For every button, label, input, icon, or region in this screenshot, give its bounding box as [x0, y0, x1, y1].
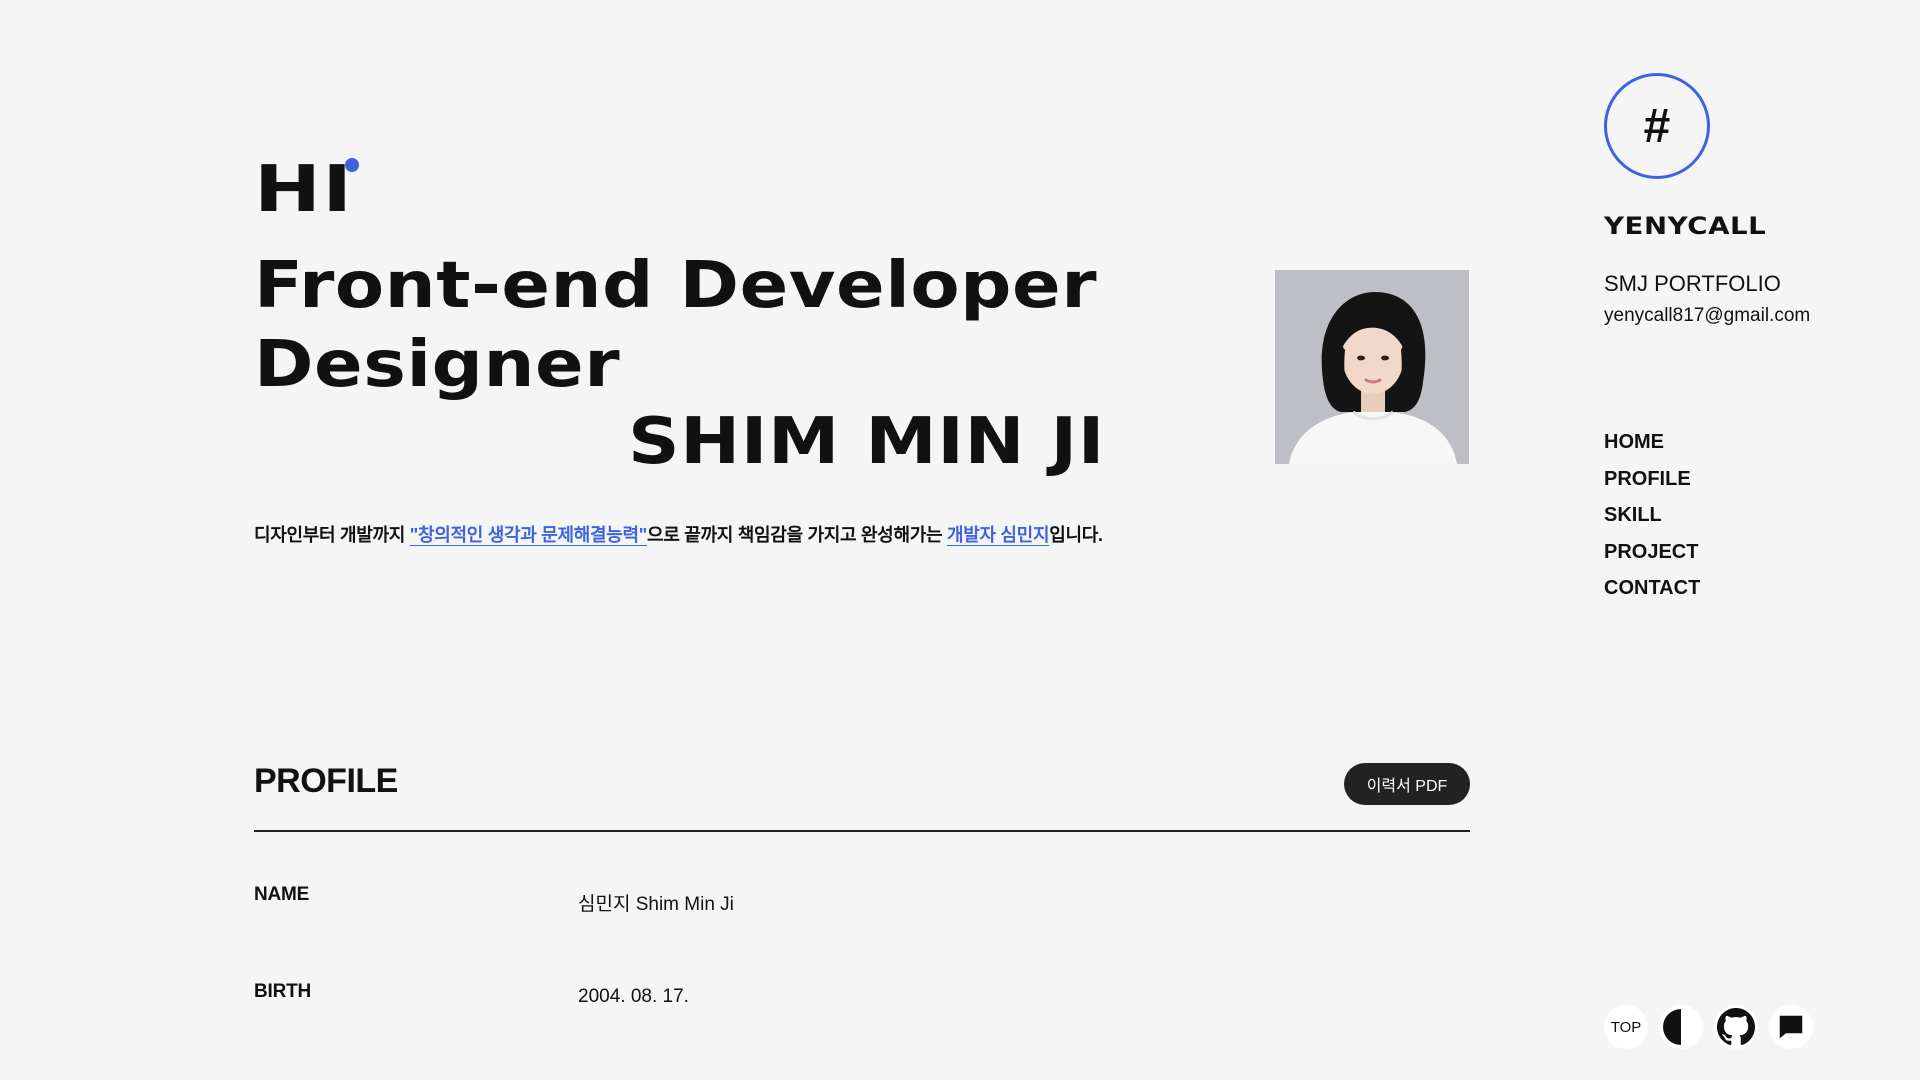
intro-sentence: 디자인부터 개발까지 "창의적인 생각과 문제해결능력"으로 끝까지 책임감을 … [254, 521, 1103, 547]
chat-icon [1779, 1015, 1803, 1039]
profile-label-name: NAME [254, 884, 310, 905]
intro-text-3: 입니다. [1049, 525, 1103, 545]
theme-toggle-button[interactable] [1659, 1005, 1703, 1049]
nav-item-skill[interactable]: SKILL [1604, 503, 1700, 540]
chat-button[interactable] [1769, 1005, 1813, 1049]
intro-text-1: 디자인부터 개발까지 [254, 525, 410, 545]
nav-item-home[interactable]: HOME [1604, 430, 1700, 467]
hero-title-line-2: Designer [254, 328, 621, 402]
hero-greeting: HI [254, 153, 354, 227]
brand-name: YENYCALL [1604, 212, 1767, 240]
hero-title-line-1: Front-end Developer [254, 249, 1098, 323]
intro-highlight-1: "창의적인 생각과 문제해결능력" [409, 525, 648, 545]
profile-value-birth: 2004. 08. 17. [578, 986, 689, 1007]
nav-item-project[interactable]: PROJECT [1604, 540, 1700, 577]
profile-photo [1275, 270, 1469, 464]
intro-text-2: 으로 끝까지 책임감을 가지고 완성해가는 [647, 525, 947, 545]
contrast-icon [1663, 1009, 1681, 1045]
logo-hash-icon[interactable]: # [1604, 73, 1710, 179]
github-button[interactable] [1714, 1005, 1758, 1049]
portfolio-page: HI Front-end Developer Designer SHIM MIN… [0, 0, 1920, 1080]
scroll-top-button[interactable]: TOP [1604, 1005, 1648, 1049]
profile-label-birth: BIRTH [254, 981, 312, 1002]
nav-item-profile[interactable]: PROFILE [1604, 467, 1700, 504]
nav-item-contact[interactable]: CONTACT [1604, 576, 1700, 613]
intro-highlight-2: 개발자 심민지 [946, 525, 1050, 545]
accent-dot [345, 158, 359, 172]
side-navigation: HOME PROFILE SKILL PROJECT CONTACT [1604, 430, 1700, 613]
contact-email[interactable]: yenycall817@gmail.com [1604, 305, 1810, 327]
section-divider [254, 830, 1470, 832]
portfolio-subtitle: SMJ PORTFOLIO [1604, 271, 1781, 296]
portrait-image [1275, 270, 1469, 464]
github-icon [1717, 1008, 1755, 1046]
profile-value-name: 심민지 Shim Min Ji [578, 894, 734, 915]
section-title-profile: PROFILE [254, 762, 398, 800]
resume-pdf-button[interactable]: 이력서 PDF [1344, 763, 1470, 805]
hero-name: SHIM MIN JI [628, 405, 1106, 479]
